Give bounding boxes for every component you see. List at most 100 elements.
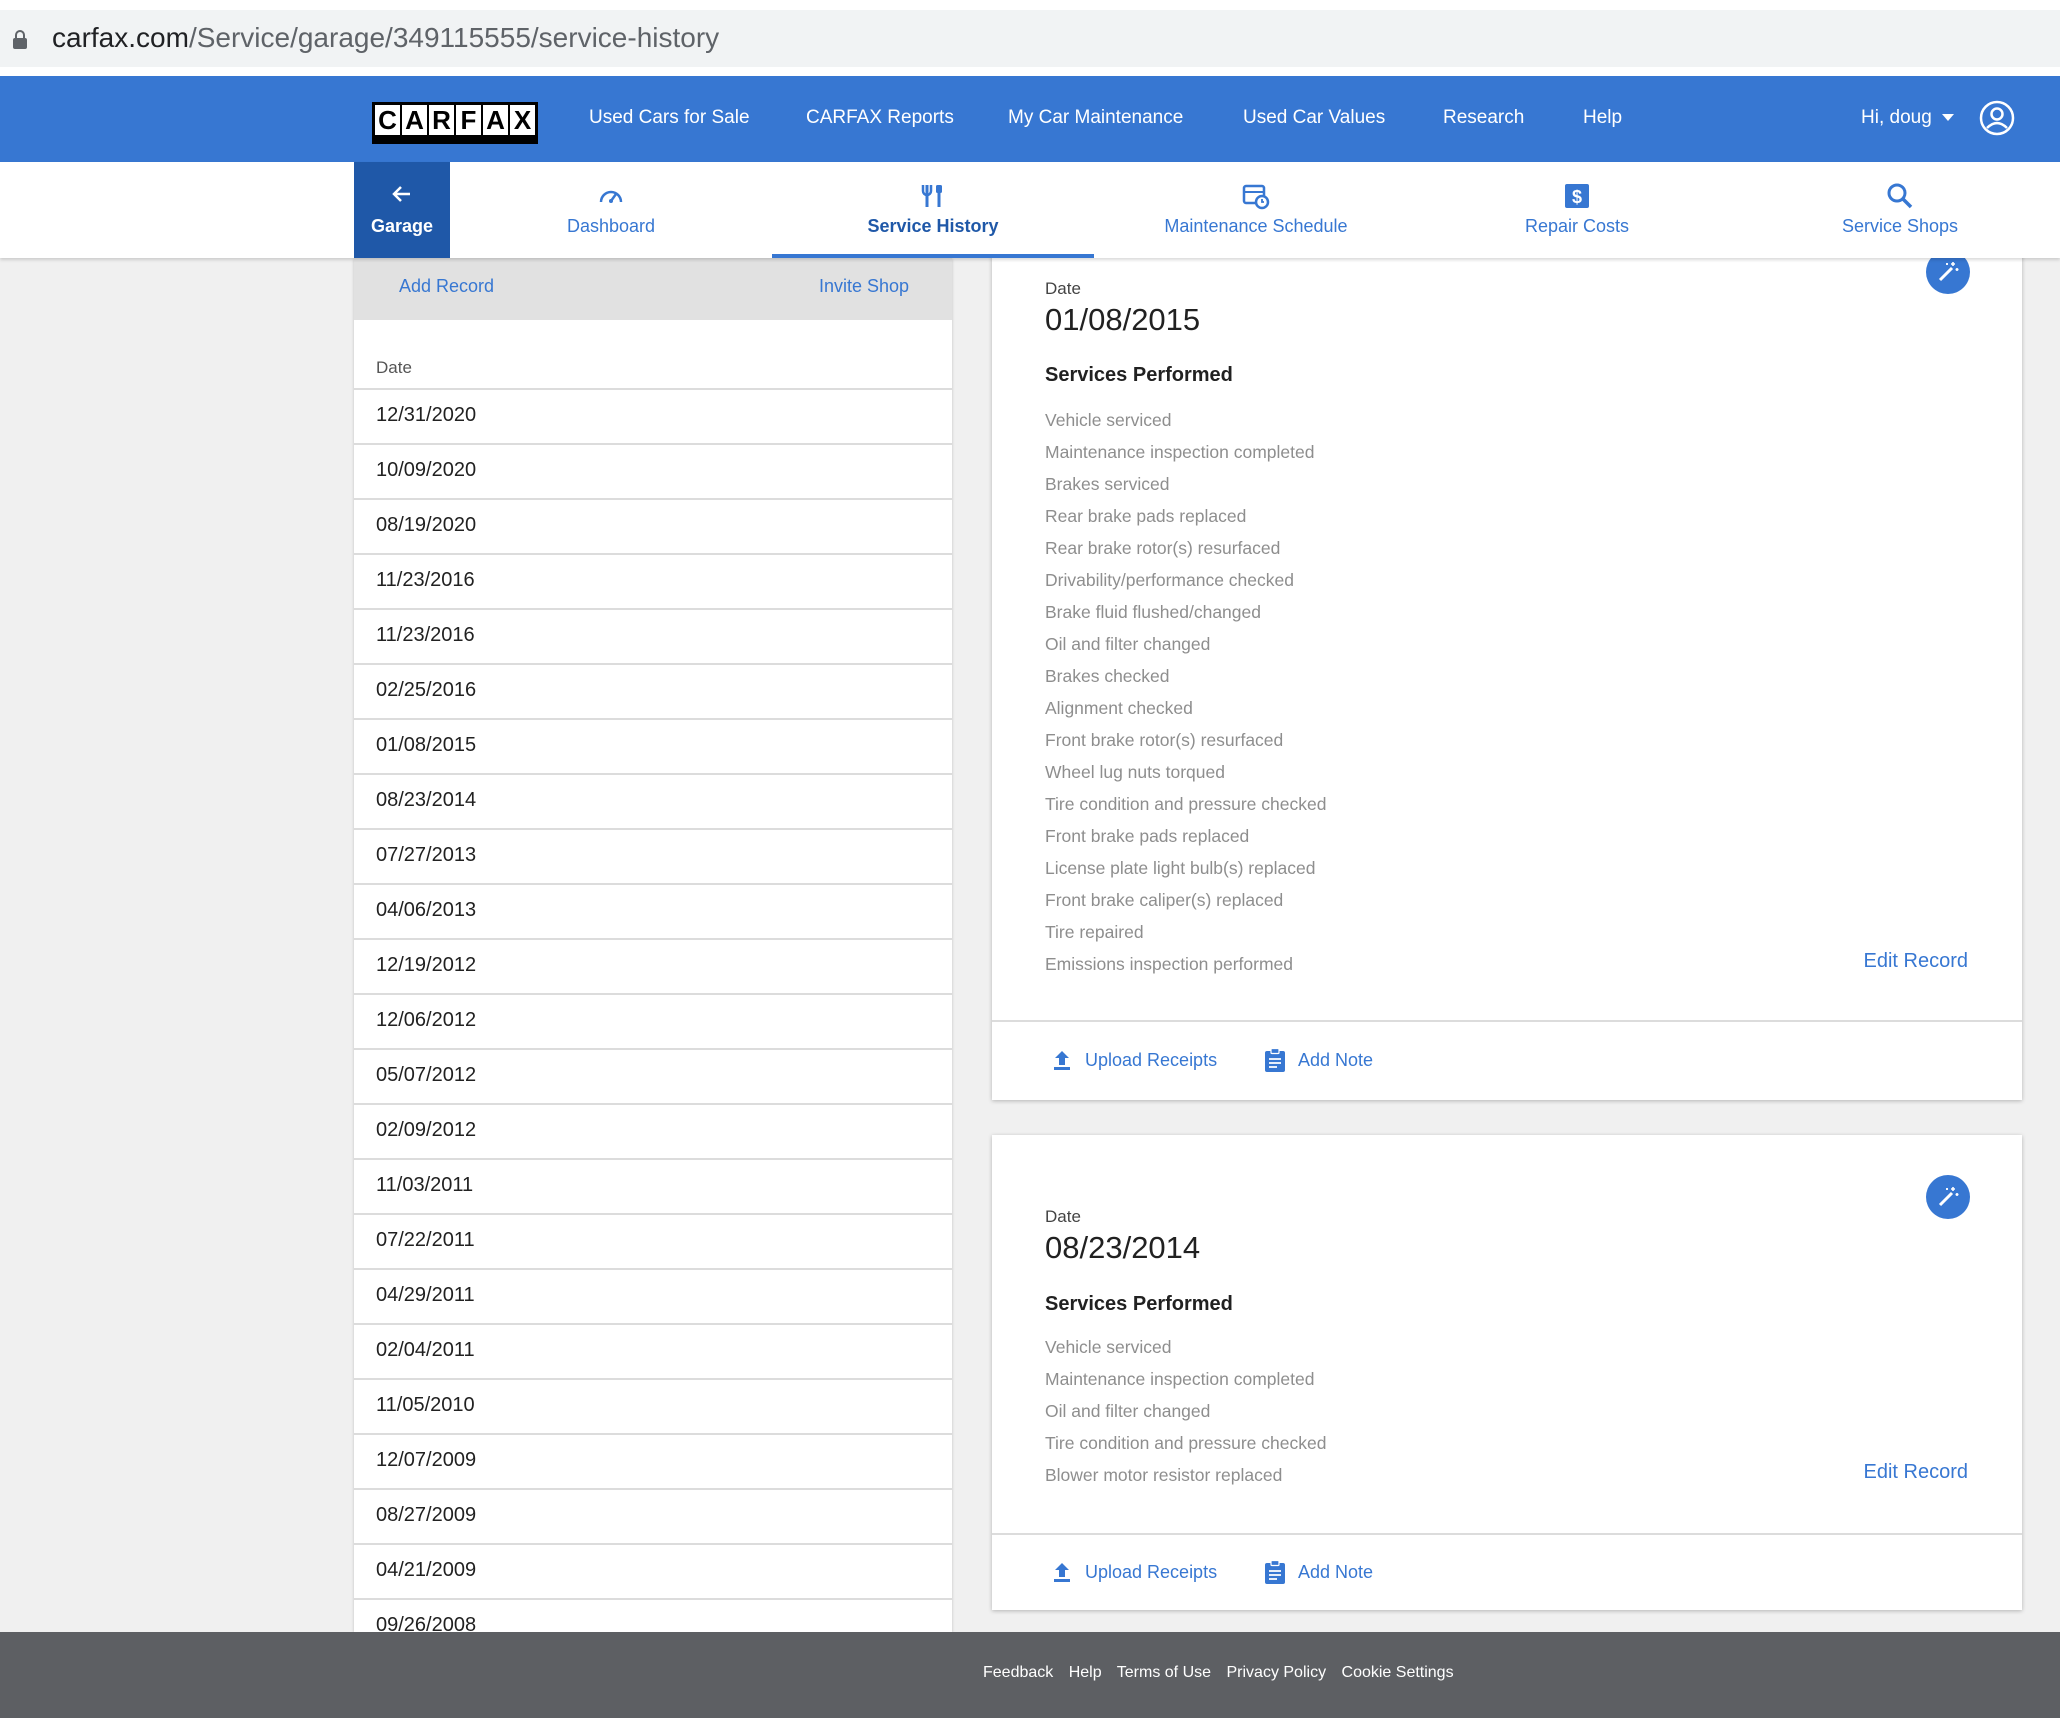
service-item: Brakes serviced: [1045, 474, 1170, 494]
tab-label: Dashboard: [566, 216, 656, 236]
garage-label: Garage: [370, 216, 434, 236]
footer-link-terms[interactable]: Terms of Use: [1117, 1664, 1211, 1681]
nav-my-car-maintenance[interactable]: My Car Maintenance: [1008, 106, 1183, 130]
card-divider: [992, 1533, 2022, 1535]
nav-carfax-reports[interactable]: CARFAX Reports: [806, 106, 954, 130]
service-item: Vehicle serviced: [1045, 1337, 1172, 1357]
footer-link-privacy[interactable]: Privacy Policy: [1226, 1664, 1326, 1681]
services-performed-title: Services Performed: [1045, 364, 1233, 386]
date-list-item[interactable]: 07/22/2011: [354, 1213, 952, 1268]
service-item: Brakes checked: [1045, 666, 1170, 686]
carfax-logo[interactable]: C A R F A X: [372, 102, 538, 144]
service-item: Rear brake rotor(s) resurfaced: [1045, 538, 1281, 558]
url-path: /Service/garage/349115555/service-histor…: [188, 22, 720, 53]
edit-record-link[interactable]: Edit Record: [1864, 950, 1969, 973]
service-item: Maintenance inspection completed: [1045, 442, 1315, 462]
logo-letter: X: [510, 105, 535, 135]
tab-service-shops[interactable]: Service Shops: [1830, 162, 1970, 258]
date-column-header: Date: [376, 358, 412, 377]
logo-letter: A: [483, 105, 508, 135]
upload-receipts-button[interactable]: Upload Receipts: [1049, 1047, 1217, 1073]
url-text[interactable]: carfax.com/Service/garage/349115555/serv…: [52, 20, 719, 56]
date-list-item[interactable]: 01/08/2015: [354, 718, 952, 773]
service-item: Oil and filter changed: [1045, 634, 1211, 654]
date-list-item[interactable]: 02/04/2011: [354, 1323, 952, 1378]
services-performed-title: Services Performed: [1045, 1293, 1233, 1315]
user-menu[interactable]: Hi, doug: [1861, 106, 1954, 130]
page-footer: Feedback Help Terms of Use Privacy Polic…: [0, 1632, 2060, 1718]
tab-service-history[interactable]: Service History: [772, 162, 1094, 258]
top-navigation: C A R F A X Used Cars for Sale CARFAX Re…: [0, 76, 2060, 162]
record-date: 08/23/2014: [1045, 1230, 1201, 1265]
date-list-item[interactable]: 04/29/2011: [354, 1268, 952, 1323]
svg-text:$: $: [1572, 187, 1582, 207]
date-list-item[interactable]: 12/31/2020: [354, 388, 952, 443]
footer-link-feedback[interactable]: Feedback: [983, 1664, 1053, 1681]
browser-address-bar: carfax.com/Service/garage/349115555/serv…: [0, 0, 2060, 76]
dollar-icon: $: [1565, 184, 1589, 208]
clipboard-icon: [1265, 1559, 1285, 1584]
service-record-card: Date 01/08/2015 Services Performed Vehic…: [992, 230, 2022, 1100]
service-item: Rear brake pads replaced: [1045, 506, 1247, 526]
service-item: License plate light bulb(s) replaced: [1045, 858, 1316, 878]
address-field[interactable]: carfax.com/Service/garage/349115555/serv…: [0, 10, 2060, 67]
add-note-button[interactable]: Add Note: [1262, 1559, 1373, 1585]
date-list-item[interactable]: 12/07/2009: [354, 1433, 952, 1488]
service-item: Oil and filter changed: [1045, 1401, 1211, 1421]
date-list-item[interactable]: 02/09/2012: [354, 1103, 952, 1158]
footer-links: Feedback Help Terms of Use Privacy Polic…: [983, 1664, 1465, 1682]
upload-receipts-button[interactable]: Upload Receipts: [1049, 1559, 1217, 1585]
date-list-item[interactable]: 04/06/2013: [354, 883, 952, 938]
add-record-link[interactable]: Add Record: [399, 276, 494, 297]
date-list-item[interactable]: 11/23/2016: [354, 553, 952, 608]
logo-letter: C: [375, 105, 400, 135]
nav-help[interactable]: Help: [1583, 106, 1622, 130]
date-list-item[interactable]: 11/03/2011: [354, 1158, 952, 1213]
date-list-item[interactable]: 09/26/2008: [354, 1598, 952, 1632]
date-list-item[interactable]: 11/23/2016: [354, 608, 952, 663]
invite-shop-link[interactable]: Invite Shop: [819, 276, 909, 297]
search-icon: [1887, 183, 1913, 209]
service-item: Tire condition and pressure checked: [1045, 1433, 1327, 1453]
date-list-item[interactable]: 05/07/2012: [354, 1048, 952, 1103]
add-note-button[interactable]: Add Note: [1262, 1047, 1373, 1073]
tab-label: Service Shops: [1841, 216, 1959, 236]
service-item: Front brake pads replaced: [1045, 826, 1250, 846]
service-item: Brake fluid flushed/changed: [1045, 602, 1261, 622]
date-label: Date: [1045, 279, 1081, 298]
upload-icon: [1054, 1563, 1070, 1582]
service-item: Tire repaired: [1045, 922, 1144, 942]
record-date-list-panel: Add Record Invite Shop Date 12/31/2020 1…: [354, 258, 952, 1632]
edit-record-link[interactable]: Edit Record: [1864, 1461, 1969, 1484]
speedometer-icon: [599, 190, 623, 203]
date-list-item[interactable]: 12/06/2012: [354, 993, 952, 1048]
date-list-item[interactable]: 11/05/2010: [354, 1378, 952, 1433]
nav-used-cars[interactable]: Used Cars for Sale: [589, 106, 750, 130]
user-greeting: Hi, doug: [1861, 107, 1932, 128]
footer-link-cookie-settings[interactable]: Cookie Settings: [1342, 1664, 1454, 1681]
garage-back-button[interactable]: Garage: [354, 162, 450, 258]
date-list-item[interactable]: 08/19/2020: [354, 498, 952, 553]
date-list-item[interactable]: 10/09/2020: [354, 443, 952, 498]
service-item: Tire condition and pressure checked: [1045, 794, 1327, 814]
nav-research[interactable]: Research: [1443, 106, 1524, 130]
nav-used-car-values[interactable]: Used Car Values: [1243, 106, 1385, 130]
date-list: 12/31/2020 10/09/2020 08/19/2020 11/23/2…: [354, 388, 952, 1632]
service-item: Wheel lug nuts torqued: [1045, 762, 1225, 782]
date-list-item[interactable]: 12/19/2012: [354, 938, 952, 993]
tab-dashboard[interactable]: Dashboard: [540, 162, 682, 258]
date-list-item[interactable]: 07/27/2013: [354, 828, 952, 883]
tab-repair-costs[interactable]: $ Repair Costs: [1512, 162, 1642, 258]
tab-maintenance-schedule[interactable]: Maintenance Schedule: [1150, 162, 1362, 258]
service-record-card: Date 08/23/2014 Services Performed Vehic…: [992, 1135, 2022, 1610]
footer-link-help[interactable]: Help: [1069, 1664, 1102, 1681]
auto-fill-button[interactable]: [1926, 1175, 1970, 1219]
card-divider: [992, 1020, 2022, 1022]
date-list-item[interactable]: 02/25/2016: [354, 663, 952, 718]
date-list-item[interactable]: 04/21/2009: [354, 1543, 952, 1598]
date-list-item[interactable]: 08/27/2009: [354, 1488, 952, 1543]
account-circle-icon[interactable]: [1979, 100, 2015, 136]
service-item: Alignment checked: [1045, 698, 1193, 718]
upload-icon: [1054, 1051, 1070, 1070]
date-list-item[interactable]: 08/23/2014: [354, 773, 952, 828]
